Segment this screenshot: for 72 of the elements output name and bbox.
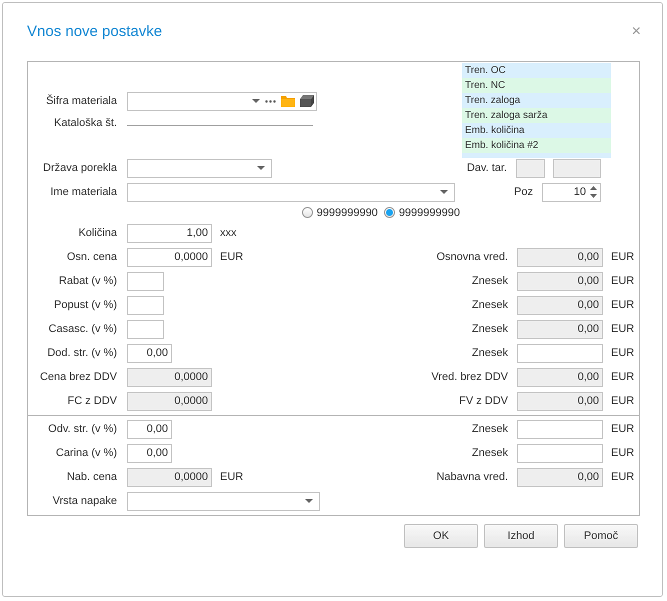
field-label: Dod. str. (v %): [46, 347, 117, 359]
unit-label: EUR: [611, 323, 636, 335]
text-field[interactable]: [517, 344, 603, 362]
unit-label: EUR: [220, 251, 244, 263]
field-label: Država porekla: [42, 162, 117, 174]
field-label: Rabat (v %): [58, 275, 117, 287]
list-item[interactable]: Tren. NC: [462, 78, 611, 93]
field-label: Poz: [514, 186, 533, 198]
field-label: Popust (v %): [53, 299, 117, 311]
field-label: Ime materiala: [49, 186, 117, 198]
text-field[interactable]: [127, 296, 164, 314]
field-label: Znesek: [470, 275, 508, 287]
number-spinner[interactable]: 10: [542, 182, 601, 202]
field-label: Osnovna vred.: [435, 251, 508, 263]
field-label: Carina (v %): [54, 447, 117, 459]
field-label: Dav. tar.: [466, 162, 507, 174]
field-label: Casasc. (v %): [48, 323, 117, 335]
folder-icon[interactable]: [281, 95, 295, 107]
up-down-arrows-icon[interactable]: [590, 185, 597, 199]
field-label: Količina: [77, 227, 117, 239]
unit-label: EUR: [611, 275, 636, 287]
field-label: Osn. cena: [66, 251, 117, 263]
unit-label: EUR: [611, 347, 636, 359]
more-icon[interactable]: [265, 100, 276, 102]
text-field[interactable]: [517, 420, 603, 438]
unit-label: EUR: [611, 423, 636, 435]
spinner-value: 10: [574, 186, 586, 198]
text-field[interactable]: 0,0000: [127, 248, 212, 266]
text-field[interactable]: [127, 272, 164, 290]
field-label: Cena brez DDV: [38, 371, 117, 383]
unit-label: xxx: [220, 227, 236, 239]
unit-label: EUR: [220, 471, 244, 483]
field-label: Nab. cena: [66, 471, 117, 483]
field-label: Kataloška št.: [53, 117, 117, 129]
field-label: Nabavna vred.: [435, 471, 508, 483]
field-label: Znesek: [470, 447, 508, 459]
radio-button[interactable]: 9999999990: [384, 206, 460, 218]
unit-label: EUR: [611, 395, 636, 407]
field-label: Vrsta napake: [52, 495, 117, 507]
unit-label: EUR: [611, 371, 636, 383]
text-field[interactable]: [517, 444, 603, 462]
unit-label: EUR: [611, 447, 636, 459]
field-label: Odv. str. (v %): [47, 423, 117, 435]
field-label: Znesek: [470, 347, 508, 359]
field-label: Znesek: [470, 299, 508, 311]
field-label: Vred. brez DDV: [430, 371, 508, 383]
box-icon[interactable]: [300, 95, 314, 107]
text-field[interactable]: 0,00: [127, 344, 172, 362]
dialog-button[interactable]: Pomoč: [564, 524, 638, 548]
dialog-button[interactable]: OK: [404, 524, 478, 548]
field-label: Znesek: [470, 323, 508, 335]
unit-label: EUR: [611, 471, 636, 483]
caret-icon[interactable]: [440, 190, 448, 194]
list-item[interactable]: Tren. zaloga sarža: [462, 108, 611, 123]
text-field[interactable]: 1,00: [127, 224, 212, 242]
caret-icon[interactable]: [305, 499, 313, 503]
text-field[interactable]: 0,00: [127, 444, 172, 462]
list-item[interactable]: Emb. količina #2: [462, 138, 611, 153]
material-code-field[interactable]: [127, 92, 317, 110]
window-title: Vnos nove postavke: [27, 22, 162, 40]
caret-icon[interactable]: [257, 166, 265, 170]
field-label: Znesek: [470, 423, 508, 435]
field-label: Šifra materiala: [45, 95, 117, 107]
dialog-button[interactable]: Izhod: [484, 524, 558, 548]
text-field[interactable]: 0,00: [127, 420, 172, 438]
field-label: FV z DDV: [458, 395, 508, 407]
unit-label: EUR: [611, 251, 636, 263]
caret-icon[interactable]: [252, 99, 260, 103]
text-field[interactable]: [127, 320, 164, 338]
field-label: FC z DDV: [66, 395, 117, 407]
unit-label: EUR: [611, 299, 636, 311]
radio-button[interactable]: 9999999990: [302, 206, 378, 218]
